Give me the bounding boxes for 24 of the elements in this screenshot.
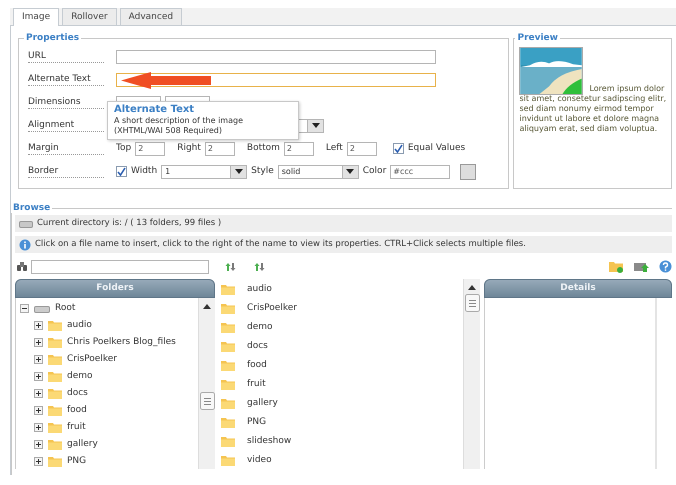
- field-label: Alternate Text: [28, 74, 104, 86]
- field-label: Left: [326, 143, 343, 154]
- tooltip-note: (XHTML/WAI 508 Required): [114, 126, 222, 136]
- field-label: Margin: [28, 142, 104, 154]
- directory-path: Current directory is: / ( 13 folders, 99 files ): [37, 218, 222, 229]
- preview-text: Lorem ipsum dolor sit amet, consetetur sadipscing elitr, sed diam nonumy eirmod tempor invidunt ut labore et dolore magna aliquyam erat, sed diam voluptua.: [519, 84, 667, 134]
- checkbox-label: Equal Values: [408, 143, 466, 154]
- field-label: Width: [131, 166, 158, 177]
- field-label: Color: [362, 166, 386, 177]
- tooltip-title: Alternate Text: [114, 104, 194, 116]
- field-label: Alignment: [28, 120, 104, 132]
- panel-header: Details: [484, 279, 672, 298]
- field-label: Dimensions: [28, 96, 104, 108]
- field-label: Bottom: [246, 143, 280, 154]
- field-label: Border: [28, 166, 104, 178]
- section-legend: Preview: [515, 33, 560, 43]
- tooltip-text: A short description of the image: [114, 116, 243, 126]
- field-label: Top: [116, 143, 132, 154]
- info-text: Click on a file name to insert, click to the right of the name to view its properties. CTRL+Click selects multiple files.: [35, 239, 526, 250]
- section-legend: Properties: [24, 33, 82, 43]
- field-label: Right: [177, 143, 201, 154]
- field-label: Style: [251, 166, 274, 177]
- panel-header: Folders: [15, 279, 215, 298]
- field-label: URL: [28, 50, 104, 62]
